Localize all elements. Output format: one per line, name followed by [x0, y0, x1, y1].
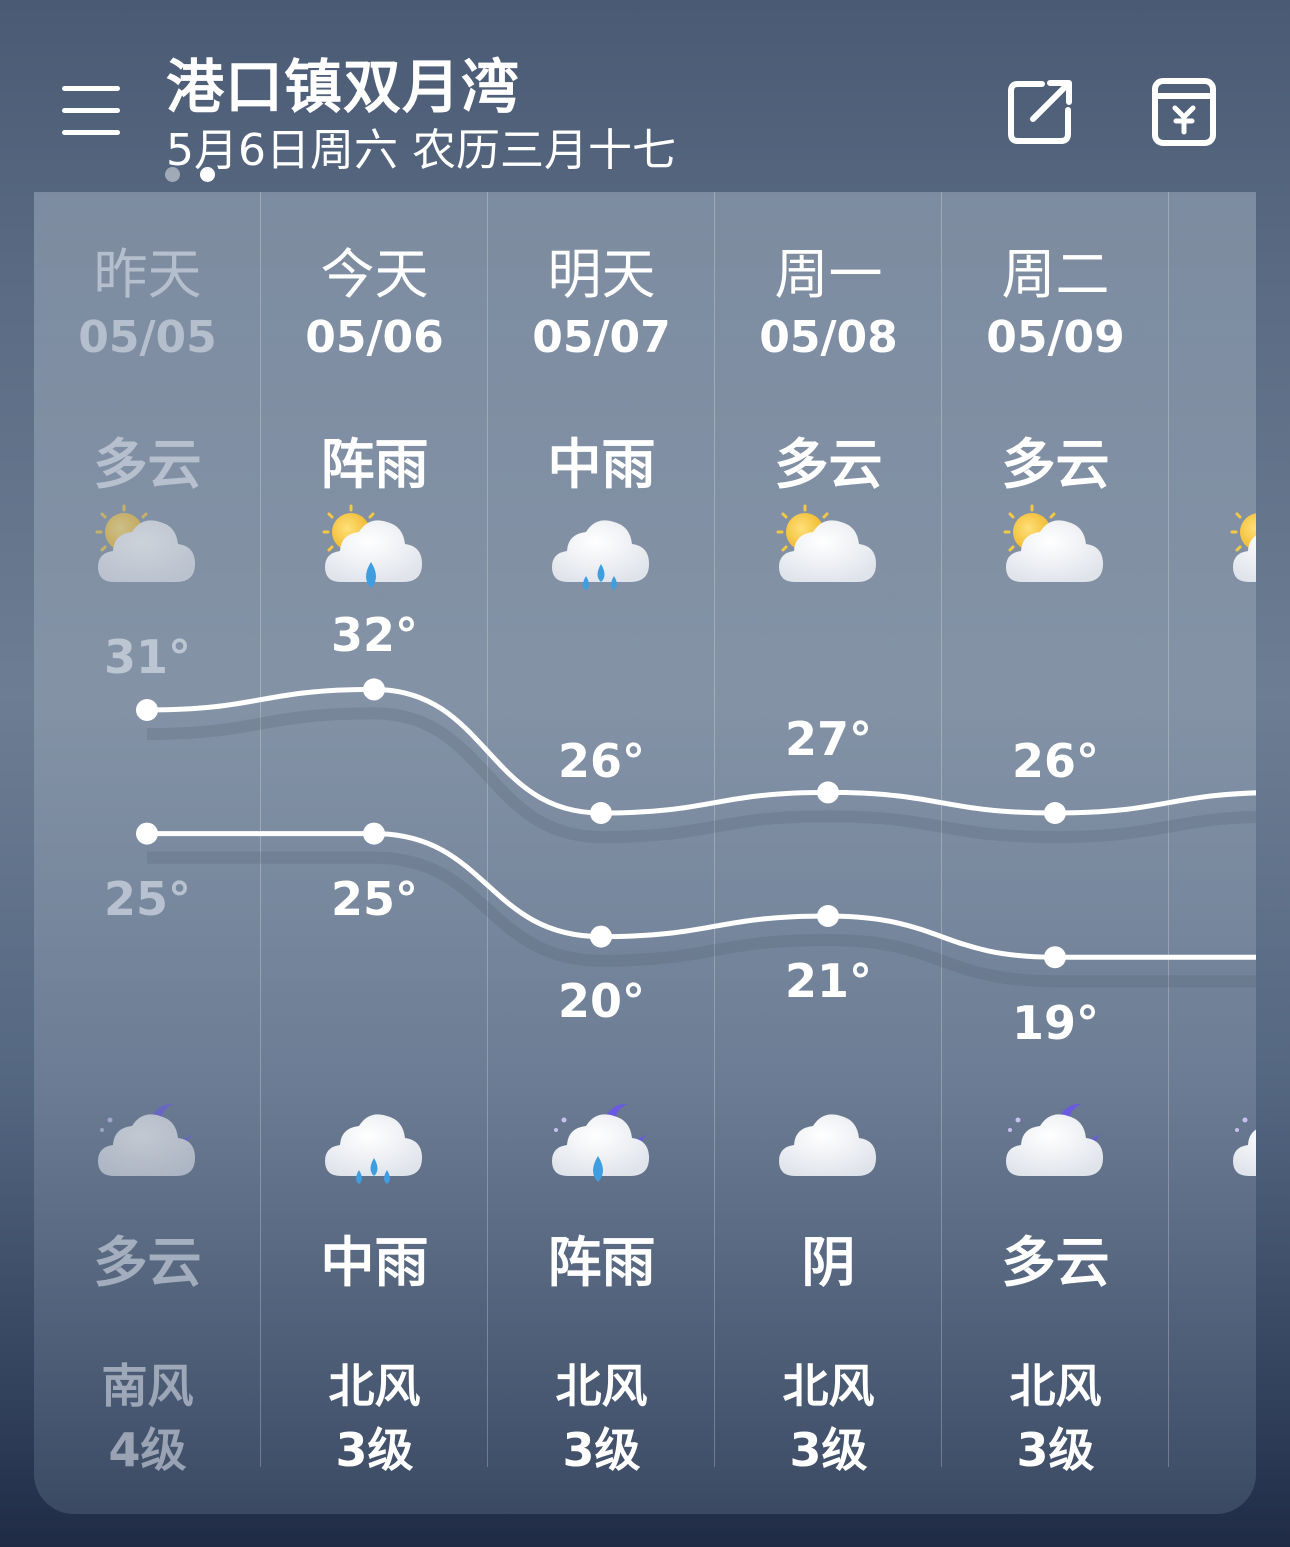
top-bar: 港口镇双月湾 5月6日周六 农历三月十七 — [0, 0, 1290, 192]
page-dot-1 — [165, 167, 180, 182]
menu-icon[interactable] — [62, 84, 120, 136]
almanac-calendar-icon[interactable] — [1152, 76, 1216, 146]
low-temp-curve-shadow — [147, 851, 1256, 988]
high-temp-point — [1044, 802, 1066, 824]
high-temp-point — [590, 802, 612, 824]
date-subtitle: 5月6日周六 农历三月十七 — [166, 125, 676, 176]
low-temp-point — [817, 905, 839, 927]
high-temp-point — [817, 781, 839, 804]
temperature-curve-chart — [136, 678, 1256, 988]
page-dot-2 — [200, 167, 215, 182]
low-temp-point — [363, 822, 385, 845]
low-temp-point — [1044, 946, 1066, 969]
low-temp-point — [590, 925, 612, 948]
share-icon[interactable] — [1006, 76, 1076, 146]
high-temp-point — [363, 678, 385, 701]
high-temp-curve — [146, 686, 1256, 816]
city-title[interactable]: 港口镇双月湾 — [166, 40, 520, 124]
low-temp-point — [136, 822, 158, 845]
high-temp-curve-shadow — [146, 707, 1256, 844]
high-temp-point — [136, 699, 158, 721]
page-indicator — [165, 167, 225, 185]
forecast-panel[interactable]: 昨天 05/05 多云 31° 25° 多云 南风 4级 今天 05/06 阵雨… — [34, 192, 1256, 1514]
